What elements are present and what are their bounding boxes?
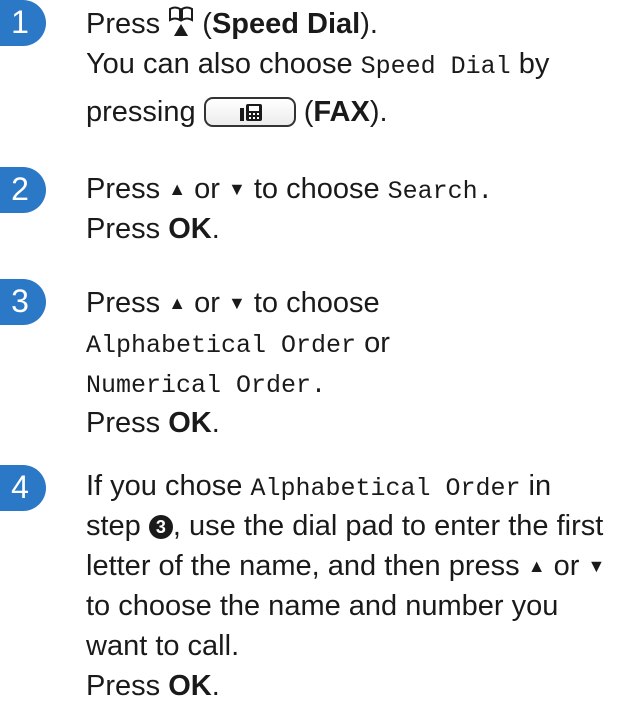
speed-dial-key-label: Speed Dial bbox=[211, 8, 361, 40]
down-arrow-icon: ▼ bbox=[587, 556, 606, 576]
speed-dial-option: Speed Dial bbox=[360, 52, 511, 81]
search-option: Search bbox=[387, 177, 478, 206]
down-arrow-icon: ▼ bbox=[227, 293, 246, 313]
speed-dial-book-icon bbox=[169, 6, 194, 36]
press-text: Press bbox=[86, 8, 161, 40]
fax-key-label: FAX bbox=[313, 96, 370, 128]
step-number-badge: 3 bbox=[0, 279, 46, 325]
up-arrow-icon: ▲ bbox=[168, 293, 187, 313]
step-reference-badge: 3 bbox=[148, 515, 173, 539]
alphabetical-order-option: Alphabetical Order bbox=[250, 474, 521, 503]
step-text: Press (Speed Dial). You can also choose … bbox=[86, 4, 631, 132]
down-arrow-icon: ▼ bbox=[227, 179, 246, 199]
ok-key-label: OK bbox=[168, 407, 212, 439]
alphabetical-order-option: Alphabetical Order bbox=[86, 331, 357, 360]
step-text: Press ▲ or ▼ to choose Search. Press OK. bbox=[86, 173, 493, 245]
step-text: Press ▲ or ▼ to choose Alphabetical Orde… bbox=[86, 287, 390, 439]
fax-key-button-icon bbox=[203, 97, 296, 127]
step-number-badge: 1 bbox=[0, 0, 46, 46]
step-number-badge: 4 bbox=[0, 465, 46, 511]
step-text: If you chose Alphabetical Order in step … bbox=[86, 470, 606, 702]
up-arrow-icon: ▲ bbox=[168, 179, 187, 199]
numerical-order-option: Numerical Order bbox=[86, 371, 312, 400]
up-arrow-icon: ▲ bbox=[527, 556, 546, 576]
ok-key-label: OK bbox=[168, 213, 212, 245]
step-number-badge: 2 bbox=[0, 167, 46, 213]
